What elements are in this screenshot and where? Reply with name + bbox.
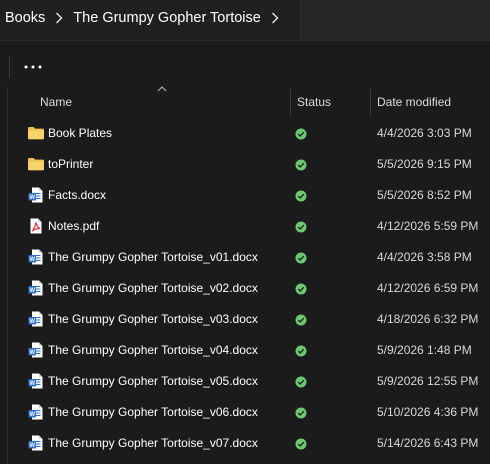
column-date-modified[interactable]: Date modified bbox=[377, 95, 451, 109]
breadcrumb-item-current-folder[interactable]: The Grumpy Gopher Tortoise bbox=[73, 10, 261, 26]
sort-ascending-icon bbox=[157, 86, 167, 92]
word-doc-icon: W bbox=[27, 279, 45, 297]
address-bar[interactable]: Books The Grumpy Gopher Tortoise bbox=[0, 0, 490, 40]
file-explorer-window: Books The Grumpy Gopher Tortoise Name St… bbox=[0, 0, 490, 464]
file-row[interactable]: Notes.pdf 4/12/2026 5:59 PM bbox=[0, 210, 490, 241]
breadcrumb: Books The Grumpy Gopher Tortoise bbox=[0, 0, 300, 36]
command-separator bbox=[9, 56, 10, 78]
column-header-row: Name Status Date modified bbox=[0, 86, 490, 116]
sync-ok-icon bbox=[295, 344, 307, 357]
column-name[interactable]: Name bbox=[40, 95, 72, 109]
file-date-modified: 4/4/2026 3:58 PM bbox=[377, 250, 472, 264]
word-doc-icon: W bbox=[27, 403, 45, 421]
chevron-right-icon[interactable] bbox=[45, 12, 73, 24]
breadcrumb-item-books[interactable]: Books bbox=[5, 10, 45, 26]
sync-ok-icon bbox=[295, 375, 307, 388]
file-name[interactable]: The Grumpy Gopher Tortoise_v06.docx bbox=[48, 405, 258, 419]
file-row[interactable]: W The Grumpy Gopher Tortoise_v06.docx 5/10… bbox=[0, 396, 490, 427]
file-name[interactable]: The Grumpy Gopher Tortoise_v07.docx bbox=[48, 436, 258, 450]
file-name[interactable]: The Grumpy Gopher Tortoise_v02.docx bbox=[48, 281, 258, 295]
pdf-icon bbox=[27, 217, 45, 235]
file-name[interactable]: The Grumpy Gopher Tortoise_v01.docx bbox=[48, 250, 258, 264]
sync-ok-icon bbox=[295, 313, 307, 326]
svg-text:W: W bbox=[29, 319, 35, 325]
column-divider[interactable] bbox=[370, 89, 371, 116]
folder-icon bbox=[27, 155, 45, 173]
file-name[interactable]: Book Plates bbox=[48, 126, 112, 140]
file-name[interactable]: Facts.docx bbox=[48, 188, 106, 202]
file-name[interactable]: The Grumpy Gopher Tortoise_v03.docx bbox=[48, 312, 258, 326]
column-divider[interactable] bbox=[290, 89, 291, 116]
sync-ok-icon bbox=[295, 282, 307, 295]
file-date-modified: 5/9/2026 12:55 PM bbox=[377, 374, 479, 388]
chevron-right-icon[interactable] bbox=[261, 12, 289, 24]
file-name[interactable]: Notes.pdf bbox=[48, 219, 99, 233]
sync-ok-icon bbox=[295, 189, 307, 202]
more-options-button[interactable] bbox=[20, 55, 46, 79]
svg-text:W: W bbox=[29, 350, 35, 356]
svg-text:W: W bbox=[29, 412, 35, 418]
svg-text:W: W bbox=[29, 381, 35, 387]
file-row[interactable]: W The Grumpy Gopher Tortoise_v02.docx 4/12… bbox=[0, 272, 490, 303]
file-date-modified: 5/5/2026 9:15 PM bbox=[377, 157, 472, 171]
file-row[interactable]: W The Grumpy Gopher Tortoise_v07.docx 5/14… bbox=[0, 427, 490, 458]
file-date-modified: 5/9/2026 1:48 PM bbox=[377, 343, 472, 357]
file-date-modified: 5/10/2026 4:36 PM bbox=[377, 405, 479, 419]
command-bar bbox=[0, 40, 490, 87]
word-doc-icon: W bbox=[27, 372, 45, 390]
file-row[interactable]: toPrinter 5/5/2026 9:15 PM bbox=[0, 148, 490, 179]
word-doc-icon: W bbox=[27, 341, 45, 359]
file-row[interactable]: Book Plates 4/4/2026 3:03 PM bbox=[0, 117, 490, 148]
svg-text:W: W bbox=[29, 257, 35, 263]
file-name[interactable]: toPrinter bbox=[48, 157, 93, 171]
sync-ok-icon bbox=[295, 158, 307, 171]
word-doc-icon: W bbox=[27, 248, 45, 266]
search-box[interactable] bbox=[300, 0, 490, 40]
word-doc-icon: W bbox=[27, 434, 45, 452]
file-row[interactable]: W The Grumpy Gopher Tortoise_v04.docx 5/9/… bbox=[0, 334, 490, 365]
file-date-modified: 4/18/2026 6:32 PM bbox=[377, 312, 479, 326]
file-name[interactable]: The Grumpy Gopher Tortoise_v04.docx bbox=[48, 343, 258, 357]
file-date-modified: 5/5/2026 8:52 PM bbox=[377, 188, 472, 202]
sync-ok-icon bbox=[295, 437, 307, 450]
sync-ok-icon bbox=[295, 220, 307, 233]
folder-icon bbox=[27, 124, 45, 142]
file-date-modified: 4/4/2026 3:03 PM bbox=[377, 126, 472, 140]
file-date-modified: 4/12/2026 6:59 PM bbox=[377, 281, 479, 295]
sync-ok-icon bbox=[295, 127, 307, 140]
file-date-modified: 4/12/2026 5:59 PM bbox=[377, 219, 479, 233]
file-row[interactable]: W Facts.docx 5/5/2026 8:52 PM bbox=[0, 179, 490, 210]
svg-text:W: W bbox=[29, 195, 35, 201]
svg-text:W: W bbox=[29, 288, 35, 294]
file-row[interactable]: W The Grumpy Gopher Tortoise_v05.docx 5/9/… bbox=[0, 365, 490, 396]
file-name[interactable]: The Grumpy Gopher Tortoise_v05.docx bbox=[48, 374, 258, 388]
file-date-modified: 5/14/2026 6:43 PM bbox=[377, 436, 479, 450]
more-icon bbox=[24, 65, 42, 69]
svg-text:W: W bbox=[29, 443, 35, 449]
file-row[interactable]: W The Grumpy Gopher Tortoise_v01.docx 4/4/… bbox=[0, 241, 490, 272]
word-doc-icon: W bbox=[27, 186, 45, 204]
word-doc-icon: W bbox=[27, 310, 45, 328]
column-status[interactable]: Status bbox=[297, 95, 331, 109]
sync-ok-icon bbox=[295, 406, 307, 419]
file-row[interactable]: W The Grumpy Gopher Tortoise_v03.docx 4/18… bbox=[0, 303, 490, 334]
sync-ok-icon bbox=[295, 251, 307, 264]
